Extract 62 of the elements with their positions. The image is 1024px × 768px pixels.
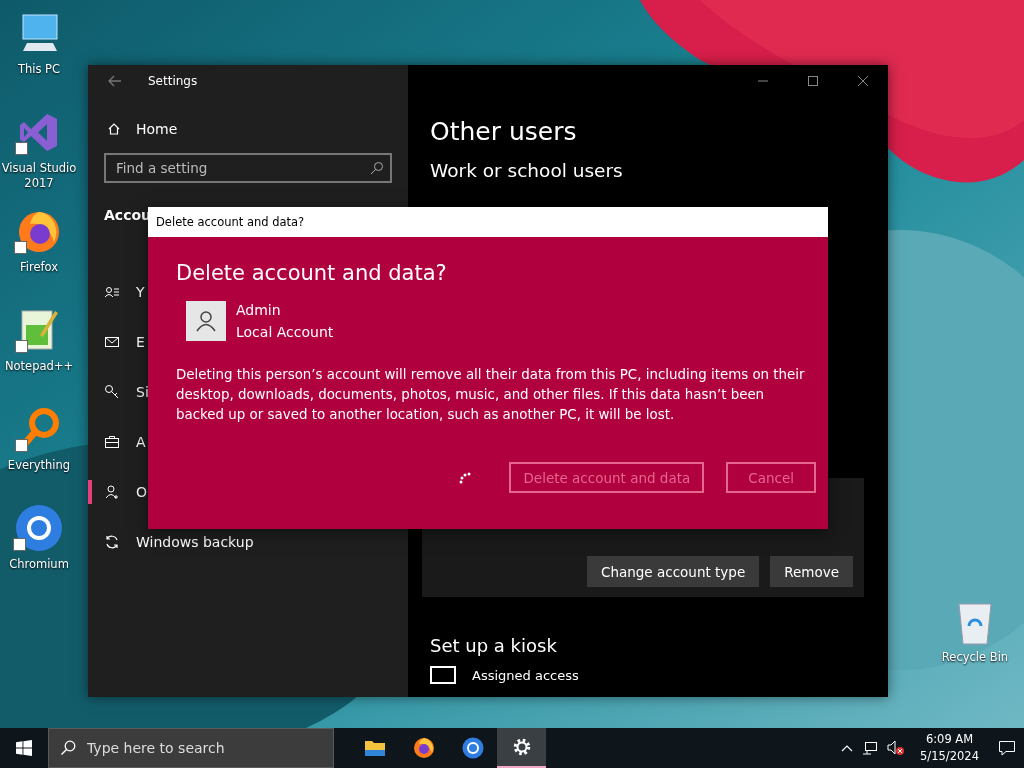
dialog-heading: Delete account and data? (176, 261, 448, 285)
home-icon (106, 121, 122, 137)
speaker-muted-icon[interactable] (887, 740, 906, 756)
settings-icon[interactable] (511, 737, 532, 757)
envelope-icon (104, 334, 120, 350)
account-button[interactable]: Change account type (587, 556, 760, 587)
person-list-icon (104, 284, 120, 300)
section-heading: Work or school users (430, 160, 624, 181)
sidebar-label: A (136, 434, 146, 450)
desktop-icon-label[interactable]: Notepad++ (4, 359, 74, 374)
home-link[interactable]: Home (104, 105, 392, 153)
key-icon (104, 384, 120, 400)
close-icon[interactable] (858, 76, 868, 86)
sync-icon (104, 534, 120, 550)
page-heading: Other users (430, 117, 578, 146)
taskbar-search-field[interactable]: Type here to search (48, 728, 334, 768)
sidebar-label: Y (136, 284, 145, 300)
recycle-bin-icon[interactable] (955, 600, 995, 646)
chevron-up-icon[interactable] (841, 744, 854, 752)
account-button[interactable]: Remove (770, 556, 853, 587)
desktop-icon-label[interactable]: Visual Studio 2017 (0, 161, 78, 191)
sidebar-label: Si (136, 384, 149, 400)
taskbar-app[interactable] (497, 728, 546, 768)
account-name: Admin (236, 301, 282, 320)
desktop-icon-label[interactable]: Chromium (9, 557, 69, 572)
maximize-icon[interactable] (808, 76, 818, 86)
dialog-message: Deleting this person’s account will remove all their data from this PC, including items on their desktop, downloads, documents, photos, music, and other files. If this data hasn’t been backed up or saved to another location, such as another PC, it will be lost. (176, 366, 806, 424)
fox-globe-icon[interactable] (412, 737, 435, 759)
section-heading: Set up a kiosk (430, 635, 558, 656)
ring-logo-icon[interactable] (15, 504, 63, 552)
desktop-icon-label[interactable]: Firefox (19, 260, 59, 275)
desktop-icon-label[interactable]: This PC (17, 62, 61, 77)
back-arrow-icon[interactable] (108, 75, 122, 87)
windows-logo-icon[interactable] (16, 740, 32, 756)
clock-date[interactable]: 5/15/2024 (920, 748, 979, 765)
sidebar-item[interactable]: Si (88, 382, 149, 402)
kiosk-item-label[interactable]: Assigned access (472, 667, 579, 683)
sidebar-label: E (136, 334, 145, 350)
ring-logo-icon[interactable] (461, 737, 484, 759)
folder-icon[interactable] (363, 738, 386, 758)
window-title: Settings (148, 74, 198, 88)
sidebar-item[interactable]: O (88, 482, 148, 502)
desktop-icon-label[interactable]: Everything (7, 458, 71, 473)
avatar-icon (186, 301, 226, 341)
search-icon (60, 740, 76, 756)
account-type: Local Account (236, 323, 334, 342)
network-icon[interactable] (862, 741, 879, 755)
sidebar-item[interactable]: E (88, 332, 145, 352)
notification-icon[interactable] (998, 740, 1016, 756)
sidebar-item[interactable]: Y (88, 282, 145, 302)
search-field[interactable]: Find a setting (104, 153, 392, 183)
home-label: Home (136, 121, 178, 137)
sidebar-item[interactable]: A (88, 432, 146, 452)
person-add-icon (104, 484, 120, 500)
dialog-title-bar: Delete account and data? (148, 207, 828, 237)
sidebar-label: O (136, 484, 148, 500)
briefcase-icon (104, 434, 120, 450)
sidebar-item[interactable]: Windows backup (88, 532, 254, 552)
search-icon[interactable] (370, 161, 384, 175)
clock-time[interactable]: 6:09 AM (925, 731, 974, 748)
monitor-icon (430, 666, 456, 684)
sidebar-label: Windows backup (136, 534, 254, 550)
